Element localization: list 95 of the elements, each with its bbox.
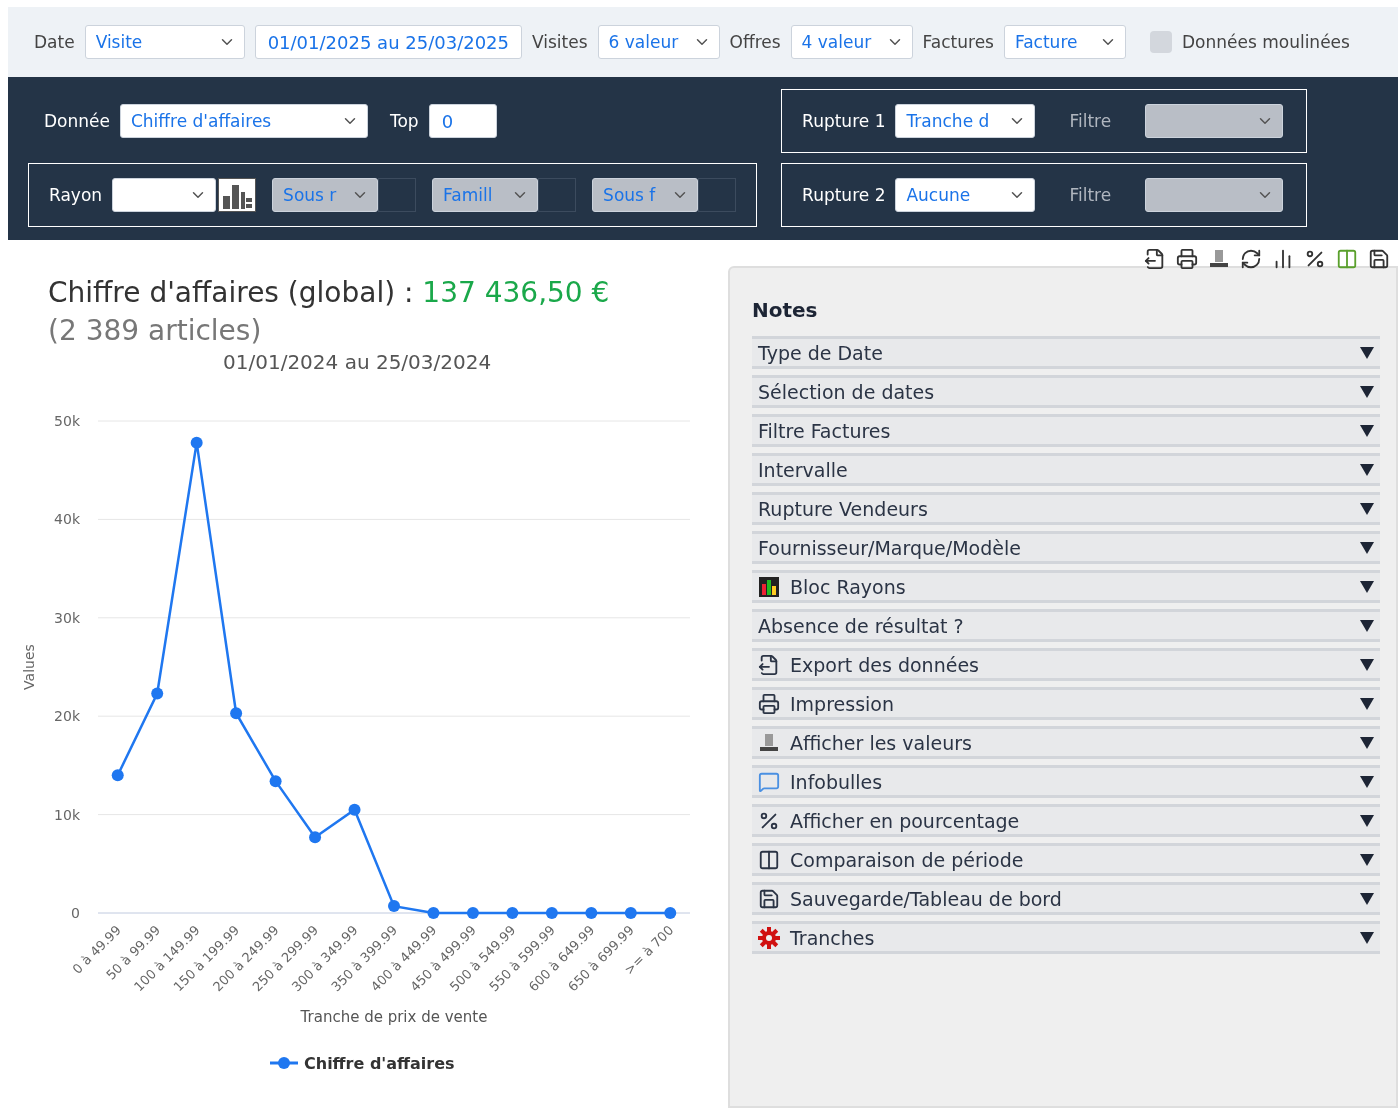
table-columns-icon[interactable] bbox=[1336, 248, 1358, 270]
top-field[interactable]: 0 bbox=[428, 104, 497, 138]
accordion-item[interactable]: Comparaison de période bbox=[752, 843, 1380, 876]
legend-label: Chiffre d'affaires bbox=[304, 1054, 455, 1073]
triangle-down-icon bbox=[1360, 658, 1374, 671]
data-point bbox=[151, 687, 164, 700]
rupture-label: Rupture 1 bbox=[802, 111, 886, 131]
top-label: Top bbox=[389, 111, 419, 131]
data-point bbox=[388, 900, 400, 913]
filter-select[interactable]: 4 valeur bbox=[790, 25, 913, 59]
accordion-item[interactable]: Intervalle bbox=[752, 453, 1380, 486]
file-export-icon bbox=[758, 653, 780, 676]
accordion-item[interactable]: Type de Date bbox=[752, 336, 1380, 369]
triangle-down-icon bbox=[1360, 580, 1374, 593]
notes-title: Notes bbox=[752, 298, 819, 322]
percent-icon[interactable] bbox=[1304, 248, 1326, 270]
filter-label: Filtre bbox=[1069, 111, 1112, 131]
triangle-down-icon bbox=[1360, 931, 1374, 944]
y-tick-label: 30k bbox=[54, 609, 80, 626]
colored-bars-icon bbox=[758, 575, 780, 598]
data-point bbox=[427, 907, 440, 919]
triangle-down-icon bbox=[1360, 502, 1374, 515]
y-tick-label: 0 bbox=[71, 905, 80, 921]
data-point bbox=[230, 707, 243, 720]
data-point bbox=[348, 803, 361, 816]
accordion-item[interactable]: Afficher en pourcentage bbox=[752, 804, 1380, 837]
data-label: Donnée bbox=[44, 111, 110, 131]
data-point bbox=[545, 907, 558, 919]
data-select[interactable]: Chiffre d'affaires bbox=[119, 104, 368, 138]
triangle-down-icon bbox=[1360, 346, 1374, 359]
date-range-field[interactable]: 01/01/2025 au 25/03/2025 bbox=[254, 25, 522, 59]
filter-select[interactable]: Facture bbox=[1003, 25, 1126, 59]
triangle-down-icon bbox=[1360, 424, 1374, 437]
triangle-down-icon bbox=[1360, 736, 1374, 749]
printer-icon bbox=[758, 692, 780, 715]
y-axis-title: Values bbox=[21, 644, 37, 690]
chart-title: Chiffre d'affaires (global) : 137 436,50 € bbox=[48, 275, 611, 311]
data-point bbox=[269, 775, 282, 788]
gear-icon bbox=[758, 926, 780, 949]
data-point bbox=[585, 907, 598, 919]
accordion-item[interactable]: Tranches bbox=[752, 921, 1380, 954]
rupture-select[interactable]: Aucune bbox=[895, 178, 1036, 212]
filter-select[interactable]: 6 valeur bbox=[597, 25, 720, 59]
table-columns-icon bbox=[758, 848, 780, 871]
printer-icon[interactable] bbox=[1176, 248, 1198, 270]
rayon-label: Rayon bbox=[49, 185, 103, 205]
triangle-down-icon bbox=[1360, 697, 1374, 710]
y-tick-label: 40k bbox=[54, 511, 80, 528]
accordion-item[interactable]: Sauvegarde/Tableau de bord bbox=[752, 882, 1380, 915]
rupture-label: Rupture 2 bbox=[802, 185, 886, 205]
y-tick-label: 20k bbox=[54, 708, 80, 725]
filter-label: Date bbox=[34, 32, 75, 52]
data-point bbox=[111, 769, 124, 782]
filter-label: Factures bbox=[922, 32, 994, 52]
data-point bbox=[309, 831, 322, 844]
accordion-item[interactable]: Sélection de dates bbox=[752, 375, 1380, 408]
accordion-item[interactable]: Fournisseur/Marque/Modèle bbox=[752, 531, 1380, 564]
accordion-item[interactable]: Impression bbox=[752, 687, 1380, 720]
filter-label: Visites bbox=[532, 32, 588, 52]
data-point bbox=[190, 436, 203, 449]
triangle-down-icon bbox=[1360, 853, 1374, 866]
filter-label: Filtre bbox=[1069, 185, 1112, 205]
bar-chart-icon[interactable] bbox=[218, 178, 257, 212]
data-point bbox=[624, 907, 637, 919]
accordion-item[interactable]: Filtre Factures bbox=[752, 414, 1380, 447]
filter-select[interactable]: Visite bbox=[84, 25, 245, 59]
triangle-down-icon bbox=[1360, 463, 1374, 476]
data-point bbox=[506, 907, 519, 919]
accordion-item[interactable]: Infobulles bbox=[752, 765, 1380, 798]
y-tick-label: 50k bbox=[54, 413, 80, 429]
accordion-item[interactable]: Bloc Rayons bbox=[752, 570, 1380, 603]
tooltip-icon bbox=[758, 770, 780, 793]
triangle-down-icon bbox=[1360, 892, 1374, 905]
file-export-icon[interactable] bbox=[1144, 248, 1166, 270]
filter-label: Offres bbox=[729, 32, 781, 52]
chart-subtitle: 01/01/2024 au 25/03/2024 bbox=[223, 350, 493, 374]
triangle-down-icon bbox=[1360, 385, 1374, 398]
legend-marker bbox=[270, 1057, 298, 1069]
accordion-item[interactable]: Rupture Vendeurs bbox=[752, 492, 1380, 525]
triangle-down-icon bbox=[1360, 541, 1374, 554]
y-tick-label: 10k bbox=[54, 806, 80, 823]
triangle-down-icon bbox=[1360, 814, 1374, 827]
accordion-item[interactable]: Afficher les valeurs bbox=[752, 726, 1380, 759]
accordion-item[interactable]: Absence de résultat ? bbox=[752, 609, 1380, 642]
rupture-select[interactable]: Tranche d bbox=[895, 104, 1036, 138]
data-point bbox=[664, 907, 677, 919]
accordion-item[interactable]: Export des données bbox=[752, 648, 1380, 681]
triangle-down-icon bbox=[1360, 775, 1374, 788]
checkbox[interactable] bbox=[1149, 31, 1172, 53]
data-point bbox=[466, 907, 479, 919]
triangle-down-icon bbox=[1360, 619, 1374, 632]
refresh-icon[interactable] bbox=[1240, 248, 1262, 270]
article-count: (2 389 articles) bbox=[48, 313, 263, 349]
checkbox-label: Données moulinées bbox=[1181, 32, 1350, 52]
x-axis-title: Tranche de prix de vente bbox=[300, 1008, 488, 1026]
